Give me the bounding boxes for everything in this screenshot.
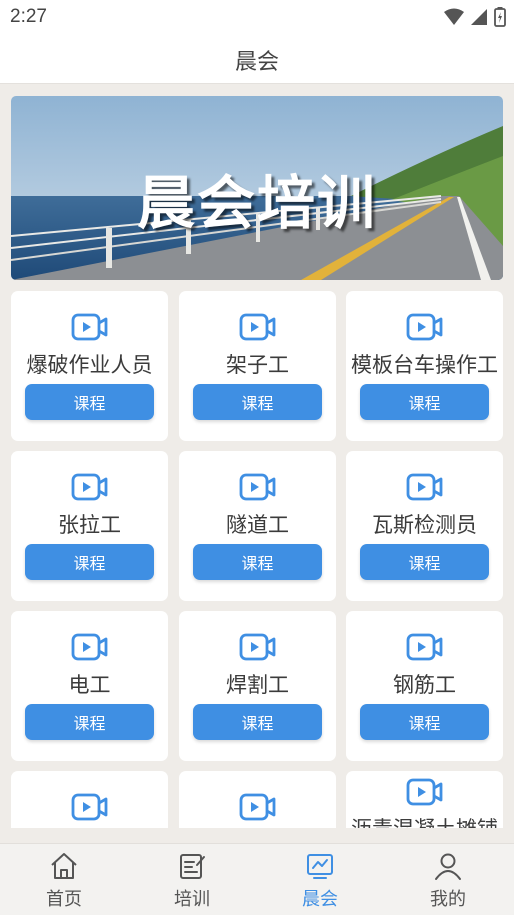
course-button[interactable]: 课程 <box>25 704 154 740</box>
nav-label: 晨会 <box>302 889 338 910</box>
nav-label: 我的 <box>430 889 466 910</box>
nav-label: 培训 <box>174 889 210 910</box>
video-icon <box>71 473 108 501</box>
course-card[interactable]: 电工 课程 <box>11 611 168 761</box>
video-icon <box>239 793 276 821</box>
battery-icon <box>494 7 506 27</box>
video-icon <box>239 633 276 661</box>
course-button[interactable]: 课程 <box>360 384 489 420</box>
course-button[interactable]: 课程 <box>360 544 489 580</box>
nav-meeting[interactable]: 晨会 <box>256 844 384 915</box>
bottom-nav: 首页 培训 晨会 我的 <box>0 843 514 915</box>
nav-training[interactable]: 培训 <box>128 844 256 915</box>
course-card[interactable]: 隧道工 课程 <box>179 451 336 601</box>
course-card[interactable]: 架子工 课程 <box>179 291 336 441</box>
content-scroll[interactable]: 晨会培训 爆破作业人员 课程 架子工 课程 模板台车操作工 课程 张拉工 课程 … <box>0 84 514 828</box>
course-card[interactable] <box>11 771 168 828</box>
home-icon <box>51 853 77 879</box>
course-label: 爆破作业人员 <box>26 353 153 377</box>
course-button[interactable]: 课程 <box>360 704 489 740</box>
nav-label: 首页 <box>46 889 82 910</box>
nav-home[interactable]: 首页 <box>0 844 128 915</box>
course-label: 沥青混凝土摊铺 <box>346 813 503 828</box>
course-card[interactable]: 沥青混凝土摊铺 <box>346 771 503 828</box>
course-label: 瓦斯检测员 <box>372 513 477 537</box>
course-card[interactable]: 焊割工 课程 <box>179 611 336 761</box>
course-card[interactable]: 钢筋工 课程 <box>346 611 503 761</box>
status-bar: 2:27 <box>0 0 514 36</box>
course-label: 钢筋工 <box>393 673 456 697</box>
video-icon <box>239 313 276 341</box>
course-button[interactable]: 课程 <box>25 384 154 420</box>
wifi-icon <box>444 8 464 25</box>
course-label: 隧道工 <box>226 513 289 537</box>
video-icon <box>71 633 108 661</box>
course-card[interactable] <box>179 771 336 828</box>
course-button[interactable]: 课程 <box>193 384 322 420</box>
nav-profile[interactable]: 我的 <box>384 844 512 915</box>
video-icon <box>239 473 276 501</box>
video-icon <box>406 633 443 661</box>
course-button[interactable]: 课程 <box>193 544 322 580</box>
training-icon <box>180 854 205 879</box>
banner-title: 晨会培训 <box>136 169 377 237</box>
banner-image[interactable]: 晨会培训 <box>11 96 503 280</box>
course-label: 焊割工 <box>226 673 289 697</box>
meeting-icon <box>307 854 333 879</box>
course-label: 电工 <box>68 673 111 697</box>
course-card[interactable]: 瓦斯检测员 课程 <box>346 451 503 601</box>
status-time: 2:27 <box>10 6 47 27</box>
video-icon <box>406 313 443 341</box>
course-label: 架子工 <box>226 353 289 377</box>
signal-icon <box>471 9 487 25</box>
video-icon <box>71 313 108 341</box>
status-icons <box>444 7 506 27</box>
course-card[interactable]: 模板台车操作工 课程 <box>346 291 503 441</box>
course-button[interactable]: 课程 <box>25 544 154 580</box>
page-title: 晨会 <box>234 49 279 75</box>
video-icon <box>71 793 108 821</box>
course-label: 张拉工 <box>58 513 121 537</box>
video-icon <box>406 473 443 501</box>
course-label: 模板台车操作工 <box>351 353 498 377</box>
profile-icon <box>435 853 461 880</box>
title-bar: 晨会 <box>0 36 514 84</box>
course-card[interactable]: 爆破作业人员 课程 <box>11 291 168 441</box>
course-card[interactable]: 张拉工 课程 <box>11 451 168 601</box>
video-icon <box>406 778 443 806</box>
course-button[interactable]: 课程 <box>193 704 322 740</box>
